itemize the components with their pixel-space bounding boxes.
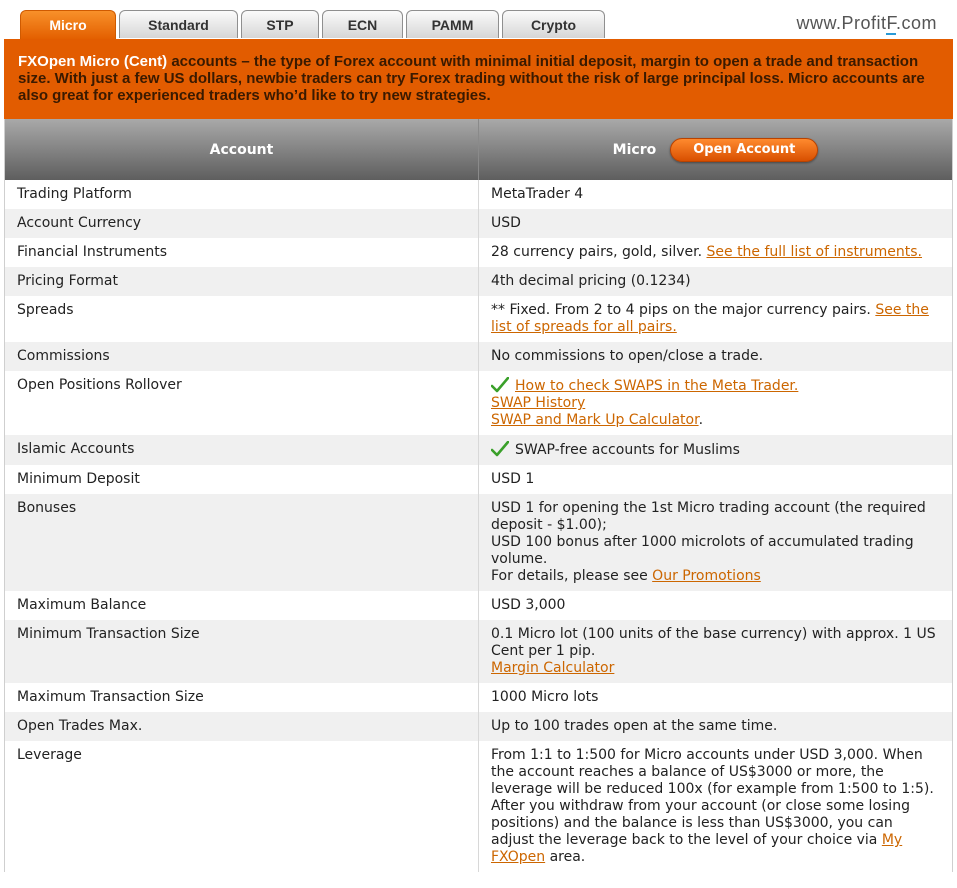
table-row: Minimum Deposit USD 1 bbox=[5, 465, 952, 494]
row-label: Bonuses bbox=[5, 494, 479, 591]
row-label: Minimum Deposit bbox=[5, 465, 479, 494]
row-label: Minimum Transaction Size bbox=[5, 620, 479, 683]
row-value: From 1:1 to 1:500 for Micro accounts und… bbox=[479, 741, 952, 872]
row-value: MetaTrader 4 bbox=[491, 186, 584, 202]
row-label: Maximum Balance bbox=[5, 591, 479, 620]
table-row: Leverage From 1:1 to 1:500 for Micro acc… bbox=[5, 741, 952, 872]
instruments-list-link[interactable]: See the full list of instruments. bbox=[707, 244, 923, 260]
check-swaps-link[interactable]: How to check SWAPS in the Meta Trader. bbox=[515, 378, 798, 394]
header-account: Account bbox=[5, 119, 479, 180]
row-value: USD bbox=[491, 215, 521, 231]
row-label: Maximum Transaction Size bbox=[5, 683, 479, 712]
rollover-tail: . bbox=[698, 412, 704, 428]
row-value: Up to 100 trades open at the same time. bbox=[491, 718, 778, 734]
checkmark-icon bbox=[491, 441, 509, 457]
table-header: Account Micro Open Account bbox=[5, 119, 952, 180]
row-value: 4th decimal pricing (0.1234) bbox=[491, 273, 691, 289]
table-row: Open Positions Rollover How to check SWA… bbox=[5, 371, 952, 435]
row-label: Financial Instruments bbox=[5, 238, 479, 267]
row-value: USD 3,000 bbox=[491, 597, 566, 613]
tab-micro[interactable]: Micro bbox=[20, 10, 116, 39]
row-value: 0.1 Micro lot (100 units of the base cur… bbox=[479, 620, 952, 683]
table-row: Commissions No commissions to open/close… bbox=[5, 342, 952, 371]
tab-pamm[interactable]: PAMM bbox=[406, 10, 499, 38]
row-label: Pricing Format bbox=[5, 267, 479, 296]
row-value: How to check SWAPS in the Meta Trader. S… bbox=[479, 371, 952, 435]
row-label: Spreads bbox=[5, 296, 479, 342]
row-value: 28 currency pairs, gold, silver. See the… bbox=[479, 238, 952, 267]
brand-suffix: .com bbox=[895, 13, 937, 33]
row-label: Islamic Accounts bbox=[5, 435, 479, 465]
table-body: Trading Platform MetaTrader 4 Account Cu… bbox=[5, 180, 952, 872]
row-label: Open Positions Rollover bbox=[5, 371, 479, 435]
account-table: Account Micro Open Account Trading Platf… bbox=[4, 119, 953, 872]
account-type-tabs: Micro Standard STP ECN PAMM Crypto bbox=[20, 10, 605, 39]
bonus-line-1: USD 1 for opening the 1st Micro trading … bbox=[491, 500, 926, 533]
row-label: Leverage bbox=[5, 741, 479, 872]
row-value: No commissions to open/close a trade. bbox=[491, 348, 764, 364]
table-row: Financial Instruments 28 currency pairs,… bbox=[5, 238, 952, 267]
banner-highlight: FXOpen Micro (Cent) bbox=[18, 53, 168, 70]
tab-ecn[interactable]: ECN bbox=[322, 10, 403, 38]
table-row: Maximum Balance USD 3,000 bbox=[5, 591, 952, 620]
checkmark-icon bbox=[491, 377, 509, 393]
table-row: Bonuses USD 1 for opening the 1st Micro … bbox=[5, 494, 952, 591]
row-label: Trading Platform bbox=[5, 180, 479, 209]
row-value: USD 1 bbox=[491, 471, 535, 487]
table-row: Maximum Transaction Size 1000 Micro lots bbox=[5, 683, 952, 712]
table-row: Pricing Format 4th decimal pricing (0.12… bbox=[5, 267, 952, 296]
table-row: Islamic Accounts SWAP-free accounts for … bbox=[5, 435, 952, 465]
table-row: Account Currency USD bbox=[5, 209, 952, 238]
swap-history-link[interactable]: SWAP History bbox=[491, 395, 585, 411]
table-row: Minimum Transaction Size 0.1 Micro lot (… bbox=[5, 620, 952, 683]
tab-crypto[interactable]: Crypto bbox=[502, 10, 605, 38]
header-micro-label: Micro bbox=[612, 141, 657, 158]
spreads-text: ** Fixed. From 2 to 4 pips on the major … bbox=[491, 302, 876, 318]
brand-letter: F bbox=[886, 13, 896, 35]
row-label: Open Trades Max. bbox=[5, 712, 479, 741]
bonus-line-3: For details, please see bbox=[491, 568, 653, 584]
leverage-text: From 1:1 to 1:500 for Micro accounts und… bbox=[491, 747, 934, 848]
row-label: Account Currency bbox=[5, 209, 479, 238]
brand-prefix: www.Profit bbox=[796, 13, 887, 33]
header-micro: Micro Open Account bbox=[479, 119, 952, 180]
bonus-line-2: USD 100 bonus after 1000 microlots of ac… bbox=[491, 534, 914, 567]
min-size-text: 0.1 Micro lot (100 units of the base cur… bbox=[491, 626, 936, 659]
islamic-text: SWAP-free accounts for Muslims bbox=[515, 442, 740, 458]
row-value: ** Fixed. From 2 to 4 pips on the major … bbox=[479, 296, 952, 342]
row-value: SWAP-free accounts for Muslims bbox=[479, 435, 952, 465]
instruments-text: 28 currency pairs, gold, silver. bbox=[491, 244, 707, 260]
leverage-tail: area. bbox=[545, 849, 586, 865]
tab-standard[interactable]: Standard bbox=[119, 10, 238, 38]
row-value: 1000 Micro lots bbox=[491, 689, 599, 705]
open-account-button[interactable]: Open Account bbox=[670, 137, 819, 162]
row-value: USD 1 for opening the 1st Micro trading … bbox=[479, 494, 952, 591]
page-frame: Micro Standard STP ECN PAMM Crypto www.P… bbox=[4, 0, 953, 888]
table-row: Open Trades Max. Up to 100 trades open a… bbox=[5, 712, 952, 741]
swap-calculator-link[interactable]: SWAP and Mark Up Calculator bbox=[491, 412, 699, 428]
brand-logo: www.ProfitF.com bbox=[796, 13, 937, 35]
table-row: Spreads ** Fixed. From 2 to 4 pips on th… bbox=[5, 296, 952, 342]
tab-stp[interactable]: STP bbox=[241, 10, 319, 38]
margin-calculator-link[interactable]: Margin Calculator bbox=[491, 660, 614, 676]
row-label: Commissions bbox=[5, 342, 479, 371]
promotions-link[interactable]: Our Promotions bbox=[652, 568, 761, 584]
description-banner: FXOpen Micro (Cent) accounts – the type … bbox=[4, 39, 953, 119]
table-row: Trading Platform MetaTrader 4 bbox=[5, 180, 952, 209]
